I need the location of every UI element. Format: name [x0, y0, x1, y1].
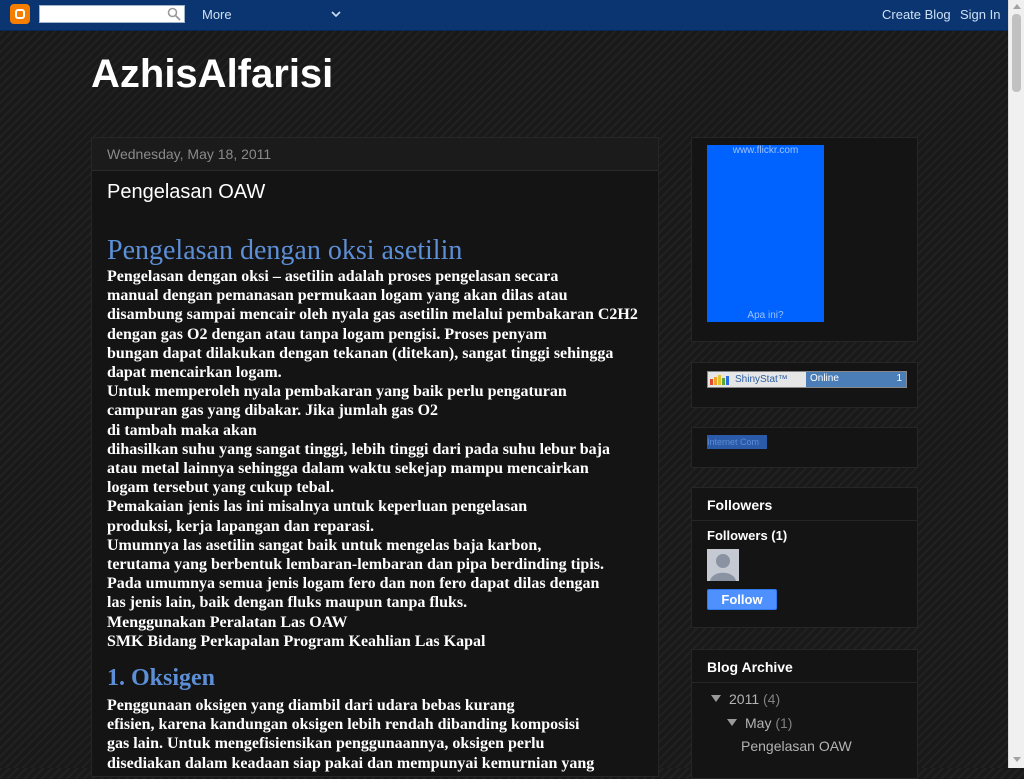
archive-year-count: (4)	[763, 691, 781, 707]
blog-archive-widget: Blog Archive 2011 (4) May (1) Pengelasan…	[691, 649, 918, 779]
archive-year-label[interactable]: 2011	[729, 691, 759, 707]
post-text-line: Pengelasan dengan oksi – asetilin adalah…	[107, 268, 559, 285]
post-date: Wednesday, May 18, 2011	[107, 146, 272, 162]
post-text-line: efisien, karena kandungan oksigen lebih …	[107, 716, 580, 734]
link-widget: Internet Com	[691, 427, 918, 468]
post-text-line: dihasilkan suhu yang sangat tinggi, lebi…	[107, 440, 610, 458]
archive-month-label[interactable]: May	[745, 715, 771, 731]
post-text-line: dapat mencairkan logam.	[107, 364, 282, 382]
post-text-line: terutama yang berbentuk lembaran-lembara…	[107, 556, 604, 574]
post-text-line: bungan dapat dilakukan dengan tekanan (d…	[107, 344, 614, 362]
post-text-line: gas lain. Untuk mengefisiensikan penggun…	[107, 735, 545, 753]
sign-in-link[interactable]: Sign In	[960, 7, 1000, 22]
flickr-widget: www.flickr.com Apa ini?	[691, 137, 918, 342]
followers-widget: Followers Followers (1) Follow	[691, 487, 918, 628]
shinystat-logo-text: ShinyStat™	[735, 374, 788, 385]
post-text-line: disambung sampai mencair oleh nyala gas …	[107, 306, 638, 324]
date-header: Wednesday, May 18, 2011	[92, 138, 658, 171]
shinystat-badge[interactable]: ShinyStat™ Online 1	[707, 371, 907, 388]
archive-title: Blog Archive	[707, 659, 793, 675]
archive-post-link[interactable]: Pengelasan OAW	[741, 738, 852, 754]
post-text-line: SMK Bidang Perkapalan Program Keahlian L…	[107, 632, 486, 650]
post-text-line: dengan gas O2 dengan atau tanpa logam pe…	[107, 325, 547, 343]
collapse-arrow-icon[interactable]	[727, 719, 737, 726]
page-scrollbar[interactable]	[1008, 0, 1024, 768]
post-text-line: Pemakaian jenis las ini misalnya untuk k…	[107, 498, 528, 516]
search-input[interactable]	[39, 5, 185, 23]
post-text-line: di tambah maka akan	[107, 421, 257, 439]
post-text-line: Menggunakan Peralatan Las OAW	[107, 613, 348, 631]
more-menu-link[interactable]: More	[202, 7, 232, 22]
section-heading: Pengelasan dengan oksi asetilin	[107, 235, 463, 266]
shinystat-logo: ShinyStat™	[708, 372, 806, 387]
post-text-line: las jenis lain, baik dengan fluks maupun…	[107, 594, 468, 612]
post-text-line: produksi, kerja lapangan dan reparasi.	[107, 517, 375, 535]
post-column: Wednesday, May 18, 2011 Pengelasan OAW P…	[91, 137, 659, 777]
archive-month-count: (1)	[775, 715, 793, 731]
collapse-arrow-icon[interactable]	[711, 695, 721, 702]
avatar[interactable]	[707, 549, 739, 581]
post-text-line: atau metal lainnya sehingga dalam waktu …	[107, 460, 589, 478]
flickr-link[interactable]: www.flickr.com	[707, 145, 824, 156]
chevron-down-icon[interactable]	[330, 9, 342, 19]
post-text-line: logam tersebut yang cukup tebal.	[107, 479, 335, 497]
create-blog-link[interactable]: Create Blog	[882, 7, 951, 22]
search-icon[interactable]	[167, 7, 181, 21]
post-title[interactable]: Pengelasan OAW	[107, 181, 265, 204]
user-avatar-icon	[707, 549, 739, 581]
bar-chart-icon	[710, 375, 729, 385]
internet-link[interactable]: Internet Com	[707, 435, 767, 449]
blogger-navbar: More Create Blog Sign In	[0, 0, 1008, 31]
blog-title[interactable]: AzhisAlfarisi	[91, 52, 333, 97]
follow-button[interactable]: Follow	[707, 589, 777, 610]
post-text-line: campuran gas yang dibakar. Jika jumlah g…	[107, 402, 439, 420]
widget-header: Followers	[692, 488, 917, 521]
online-count: 1	[896, 373, 902, 384]
paragraph-block: Pengelasan dengan oksi – asetilin adalah…	[107, 267, 647, 651]
section-heading: 1. Oksigen	[107, 665, 216, 692]
online-label: Online	[810, 373, 839, 384]
paragraph-block: Penggunaan oksigen yang diambil dari uda…	[107, 696, 647, 773]
flickr-about-link[interactable]: Apa ini?	[707, 310, 824, 321]
flickr-badge[interactable]: www.flickr.com Apa ini?	[707, 145, 824, 322]
scroll-up-arrow-icon[interactable]	[1013, 4, 1021, 9]
followers-count: Followers (1)	[707, 528, 788, 543]
post-text-line: Penggunaan oksigen yang diambil dari uda…	[107, 697, 515, 715]
widget-header: Blog Archive	[692, 650, 917, 683]
shinystat-widget: ShinyStat™ Online 1	[691, 362, 918, 408]
scroll-thumb[interactable]	[1012, 14, 1021, 92]
post-text-line: Pada umumnya semua jenis logam fero dan …	[107, 575, 600, 593]
archive-year[interactable]: 2011 (4)	[729, 691, 780, 707]
blogger-logo-icon[interactable]	[10, 4, 30, 24]
followers-title: Followers	[707, 497, 773, 513]
scroll-down-arrow-icon[interactable]	[1013, 757, 1021, 762]
post-text-line: manual dengan pemanasan permukaan logam …	[107, 287, 568, 305]
post-text-line: disediakan dalam keadaan siap pakai dan …	[107, 754, 595, 772]
archive-month[interactable]: May (1)	[745, 715, 792, 731]
post-text-line: Umumnya las asetilin sangat baik untuk m…	[107, 536, 542, 554]
post-text-line: Untuk memperoleh nyala pembakaran yang b…	[107, 383, 567, 401]
post-body: Pengelasan dengan oksi asetilin Pengelas…	[107, 235, 647, 773]
